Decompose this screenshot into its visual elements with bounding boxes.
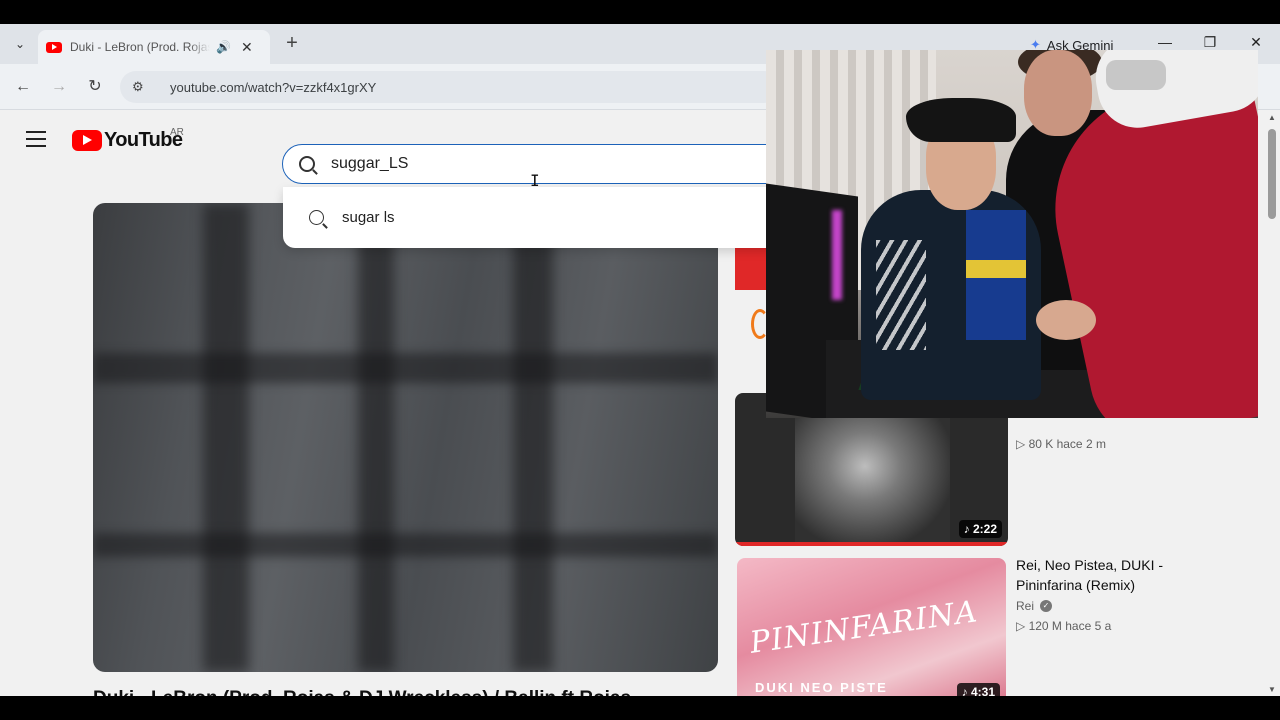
- video-frame-shade: [203, 203, 249, 672]
- back-button[interactable]: ←: [12, 76, 34, 98]
- recommended-channel[interactable]: Rei ✓: [1016, 599, 1053, 613]
- channel-name[interactable]: Rei: [1016, 599, 1034, 613]
- site-info-icon[interactable]: ⚙: [132, 79, 152, 95]
- new-tab-button[interactable]: +: [282, 33, 302, 53]
- screen-top-bar: [0, 0, 1280, 24]
- menu-icon[interactable]: [26, 131, 46, 147]
- youtube-favicon-icon: [46, 41, 62, 53]
- search-icon: [309, 210, 324, 225]
- pip-scene-person: [1024, 50, 1092, 136]
- pip-scene-person: [1106, 60, 1166, 90]
- picture-in-picture-video[interactable]: [766, 50, 1258, 418]
- scrollbar-thumb[interactable]: [1268, 129, 1276, 219]
- page-scrollbar[interactable]: ▲ ▼: [1264, 111, 1280, 696]
- search-query[interactable]: suggar_LS: [331, 155, 408, 173]
- speaker-icon[interactable]: 🔊: [216, 40, 231, 54]
- verified-icon: ✓: [1040, 600, 1053, 612]
- tab-list-button[interactable]: ⌄: [8, 34, 32, 54]
- close-window-button[interactable]: ✕: [1246, 34, 1266, 51]
- video-frame-shade: [93, 353, 718, 383]
- pip-scene-person: [966, 260, 1026, 278]
- tab-active[interactable]: Duki - LeBron (Prod. Rojas & DJ Wreckles…: [38, 30, 270, 64]
- region-code: AR: [170, 127, 184, 138]
- recommended-meta: ▷ 80 K hace 2 m: [1016, 437, 1106, 451]
- minimize-button[interactable]: —: [1155, 34, 1175, 50]
- recommended-thumbnail[interactable]: PININFARINA DUKI NEO PISTE ♪ 4:31: [737, 558, 1006, 696]
- pip-scene-glow: [832, 210, 842, 300]
- video-title: Duki - LeBron (Prod. Rojas & DJ Wreckles…: [93, 688, 631, 696]
- video-frame-shade: [358, 203, 394, 672]
- scroll-up-icon[interactable]: ▲: [1268, 113, 1276, 122]
- youtube-logo[interactable]: YouTube: [72, 129, 183, 152]
- video-player[interactable]: [93, 203, 718, 672]
- tab-title: Duki - LeBron (Prod. Rojas & DJ Wreckles…: [70, 40, 210, 54]
- browser-window: ⌄ Duki - LeBron (Prod. Rojas & DJ Wreckl…: [0, 24, 1280, 696]
- search-suggestion[interactable]: sugar ls: [283, 187, 781, 248]
- forward-button[interactable]: →: [48, 76, 70, 98]
- search-icon: [299, 156, 315, 172]
- text-cursor-icon: I: [530, 171, 540, 190]
- youtube-play-icon: [72, 130, 102, 151]
- pip-scene-person: [876, 240, 926, 350]
- screen-bottom-bar: [0, 696, 1280, 720]
- pip-scene-person: [1036, 300, 1096, 340]
- thumbnail-artist-text: DUKI NEO PISTE: [755, 680, 888, 695]
- video-frame-shade: [93, 533, 718, 557]
- pip-scene-person: [906, 98, 1016, 142]
- scroll-down-icon[interactable]: ▼: [1268, 685, 1276, 694]
- suggestion-text[interactable]: sugar ls: [342, 209, 395, 226]
- duration-badge: ♪ 4:31: [956, 683, 1000, 696]
- tab-close-icon[interactable]: ✕: [241, 39, 253, 56]
- url-text[interactable]: youtube.com/watch?v=zzkf4x1grXY: [170, 80, 376, 95]
- address-bar[interactable]: ⚙ youtube.com/watch?v=zzkf4x1grXY: [120, 71, 780, 103]
- duration-badge: ♪ 2:22: [958, 520, 1002, 538]
- video-frame-shade: [513, 203, 553, 672]
- watch-progress-bar: [735, 542, 1008, 546]
- thumbnail-artwork-text: PININFARINA: [747, 594, 980, 661]
- restore-button[interactable]: ❐: [1200, 34, 1220, 51]
- recommended-title[interactable]: Rei, Neo Pistea, DUKI - Pininfarina (Rem…: [1016, 555, 1216, 595]
- reload-button[interactable]: ↻: [84, 76, 106, 98]
- recommended-meta: ▷ 120 M hace 5 a: [1016, 619, 1112, 633]
- thumbnail-image: [795, 413, 950, 546]
